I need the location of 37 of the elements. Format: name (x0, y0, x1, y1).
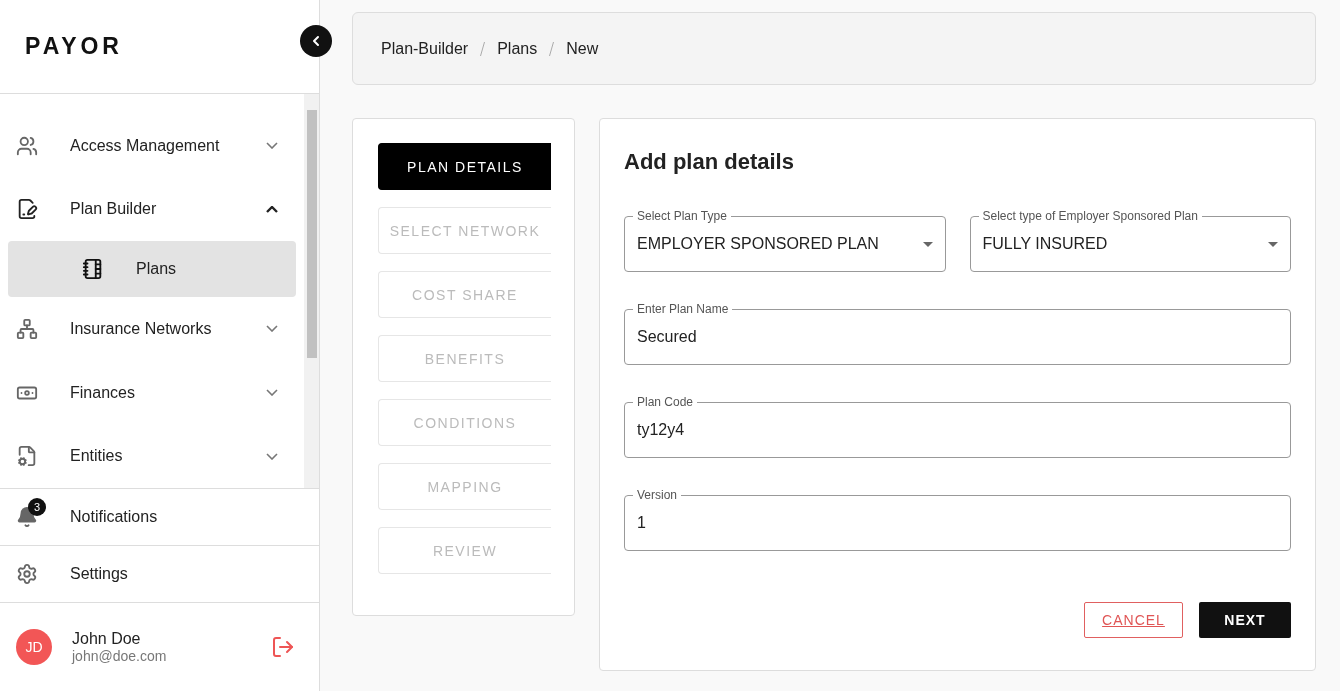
dropdown-icon (922, 241, 933, 247)
collapse-button[interactable] (300, 25, 332, 57)
nav-item[interactable]: Plan Builder (8, 177, 296, 242)
breadcrumb-link[interactable]: Plan-Builder (381, 39, 469, 58)
nav-item[interactable]: Insurance Networks (8, 297, 296, 361)
breadcrumb-separator (549, 41, 555, 56)
document-gear-icon (16, 445, 38, 468)
logo: PAYOR (25, 33, 123, 60)
logout-icon[interactable] (271, 635, 295, 659)
nav-item[interactable]: Entities (8, 424, 296, 488)
settings-icon (16, 563, 38, 585)
document-pen-icon (16, 198, 38, 221)
breadcrumb-separator (480, 41, 486, 56)
nav-item[interactable]: Finances (8, 360, 296, 425)
notifications-item[interactable]: 3 Notifications (0, 489, 319, 546)
input-field[interactable]: Enter Plan Name Secured (624, 302, 1291, 365)
settings-item[interactable]: Settings (0, 546, 319, 603)
people-icon (16, 134, 38, 157)
breadcrumb-link[interactable]: Plans (497, 39, 538, 58)
step-tab[interactable]: PLAN DETAILS (378, 143, 551, 190)
scrollbar[interactable] (304, 94, 319, 488)
input-field[interactable]: Version 1 (624, 488, 1291, 551)
nav-item[interactable]: Access Management (8, 114, 296, 178)
notebook-icon (82, 258, 104, 281)
select-field[interactable]: Select type of Employer Sponsored Plan FULLY INSURED (969, 209, 1291, 272)
avatar: JD (16, 629, 52, 665)
form-title: Add plan details (624, 149, 795, 175)
select-field[interactable]: Select Plan Type EMPLOYER SPONSORED PLAN (624, 209, 946, 272)
input-field[interactable]: Plan Code ty12y4 (624, 395, 1291, 458)
user-name: John Doe (72, 630, 142, 648)
count-badge: 3 (28, 498, 46, 516)
nav-subitem[interactable]: Plans (8, 241, 296, 297)
next-button[interactable]: NEXT (1199, 602, 1291, 638)
user-email: john@doe.com (72, 648, 168, 664)
dropdown-icon (1268, 241, 1278, 247)
cancel-button[interactable]: CANCEL (1084, 602, 1183, 638)
network-icon (16, 317, 38, 340)
